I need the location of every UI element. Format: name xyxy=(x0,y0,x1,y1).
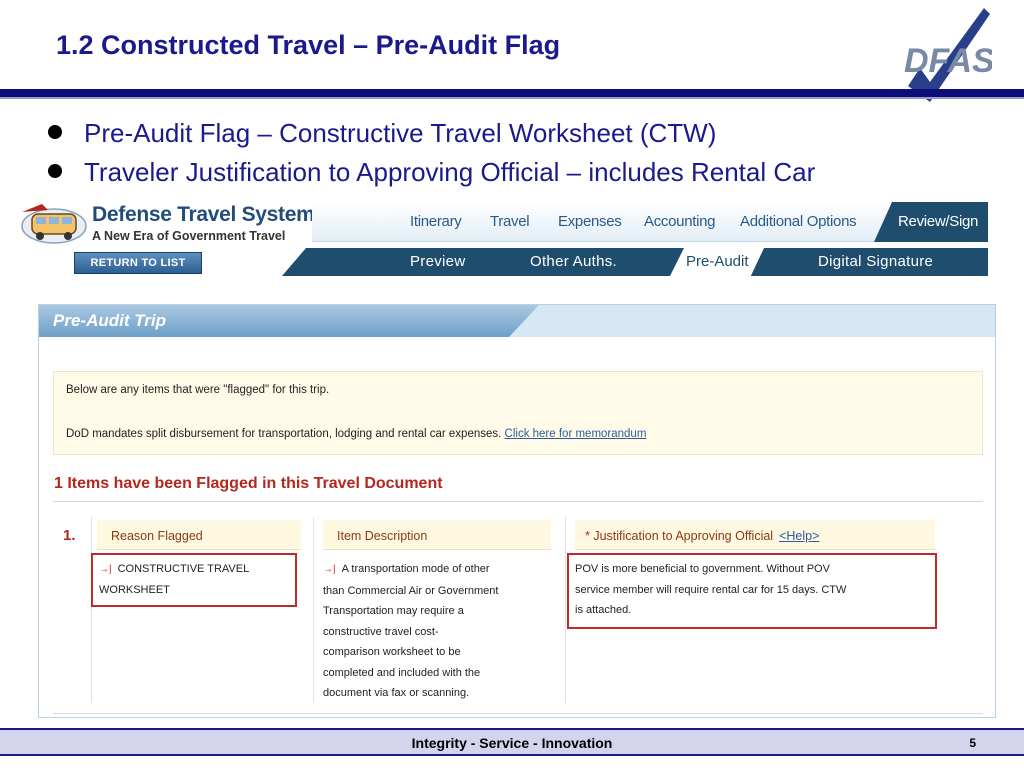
secondary-nav: Preview Other Auths. Pre-Audit Digital S… xyxy=(282,248,988,276)
item-line: constructive travel cost- xyxy=(323,625,439,638)
slide-title: 1.2 Constructed Travel – Pre-Audit Flag xyxy=(56,30,561,60)
column-separator xyxy=(565,517,566,703)
justification-header-label: Justification to Approving Official xyxy=(593,529,774,543)
dts-app-name: Defense Travel System xyxy=(92,203,315,226)
footer-motto: Integrity - Service - Innovation xyxy=(411,735,613,751)
pre-audit-panel: Pre-Audit Trip Below are any items that … xyxy=(38,304,996,718)
reason-line-text: CONSTRUCTIVE TRAVEL xyxy=(117,563,250,575)
reason-line: →| CONSTRUCTIVE TRAVEL xyxy=(99,559,293,580)
subnav-digital-signature[interactable]: Digital Signature xyxy=(818,253,933,270)
title-rule xyxy=(0,89,1024,97)
info-line-flagged: Below are any items that were "flagged" … xyxy=(66,384,330,396)
info-disbursement-text: DoD mandates split disbursement for tran… xyxy=(66,428,502,440)
item-line-text: A transportation mode of other xyxy=(341,563,490,575)
nav-travel[interactable]: Travel xyxy=(490,213,530,230)
justification-line: POV is more beneficial to government. Wi… xyxy=(575,563,830,575)
dts-tagline: A New Era of Government Travel xyxy=(92,229,286,243)
return-to-list-button[interactable]: RETURN TO LIST xyxy=(74,252,202,274)
nav-additional-options[interactable]: Additional Options xyxy=(740,213,857,230)
logo-wordmark: DFAS xyxy=(904,42,992,80)
justification-line: is attached. xyxy=(575,604,632,616)
nav-accounting[interactable]: Accounting xyxy=(644,213,716,230)
nav-review-sign[interactable]: Review/Sign xyxy=(874,202,988,242)
item-description-text: →| A transportation mode of other than Co… xyxy=(323,559,559,704)
bullet-item: Traveler Justification to Approving Offi… xyxy=(48,153,815,192)
dts-bus-logo-icon xyxy=(21,204,87,244)
row-number: 1. xyxy=(63,527,76,544)
help-link[interactable]: <Help> xyxy=(779,529,819,543)
column-separator xyxy=(313,517,314,703)
item-line: →| A transportation mode of other xyxy=(323,559,559,581)
bullet-item: Pre-Audit Flag – Constructive Travel Wor… xyxy=(48,114,815,153)
primary-nav: Itinerary Travel Expenses Accounting Add… xyxy=(312,202,988,242)
item-line: Transportation may require a xyxy=(323,605,464,617)
flagged-items-heading: 1 Items have been Flagged in this Travel… xyxy=(54,475,443,492)
item-line: comparison worksheet to be xyxy=(323,646,461,658)
nav-expenses[interactable]: Expenses xyxy=(558,213,622,230)
column-separator xyxy=(91,517,92,703)
slide-footer: Integrity - Service - Innovation 5 xyxy=(0,728,1024,756)
panel-header: Pre-Audit Trip xyxy=(39,305,995,337)
bullet-dot-icon xyxy=(48,164,62,179)
info-box: Below are any items that were "flagged" … xyxy=(53,371,983,455)
item-line: completed and included with the xyxy=(323,666,481,679)
divider xyxy=(53,501,983,502)
subnav-other-auths[interactable]: Other Auths. xyxy=(530,253,617,270)
subnav-preview[interactable]: Preview xyxy=(410,253,465,270)
required-marker: * xyxy=(585,529,590,543)
bullet-list: Pre-Audit Flag – Constructive Travel Wor… xyxy=(48,114,815,192)
reason-flagged-text: →| CONSTRUCTIVE TRAVEL WORKSHEET xyxy=(99,559,293,600)
justification-text: POV is more beneficial to government. Wi… xyxy=(575,559,931,621)
title-rule-thin xyxy=(0,97,1024,99)
column-header-item: Item Description xyxy=(323,520,551,550)
column-header-reason: Reason Flagged xyxy=(97,520,301,550)
bullet-dot-icon xyxy=(48,125,62,140)
item-line: document via fax or scanning. xyxy=(323,687,470,699)
arrow-right-icon: →| xyxy=(323,564,336,575)
divider xyxy=(53,713,983,714)
subnav-pre-audit-label: Pre-Audit xyxy=(686,253,749,270)
memorandum-link[interactable]: Click here for memorandum xyxy=(505,428,647,440)
info-line-disbursement: DoD mandates split disbursement for tran… xyxy=(66,428,646,440)
justification-line: service member will require rental car f… xyxy=(575,583,847,596)
arrow-right-icon: →| xyxy=(99,564,112,575)
reason-line: WORKSHEET xyxy=(99,584,170,596)
column-header-justification: * Justification to Approving Official <He… xyxy=(575,520,935,550)
panel-title: Pre-Audit Trip xyxy=(53,311,167,330)
page-number: 5 xyxy=(969,736,976,750)
nav-review-sign-label: Review/Sign xyxy=(898,213,979,230)
bullet-text: Pre-Audit Flag – Constructive Travel Wor… xyxy=(84,118,717,148)
subnav-pre-audit[interactable]: Pre-Audit xyxy=(670,248,764,276)
bullet-text: Traveler Justification to Approving Offi… xyxy=(84,157,816,187)
item-line: than Commercial Air or Government xyxy=(323,584,499,597)
panel-title-tab: Pre-Audit Trip xyxy=(39,305,539,337)
nav-itinerary[interactable]: Itinerary xyxy=(410,213,462,230)
